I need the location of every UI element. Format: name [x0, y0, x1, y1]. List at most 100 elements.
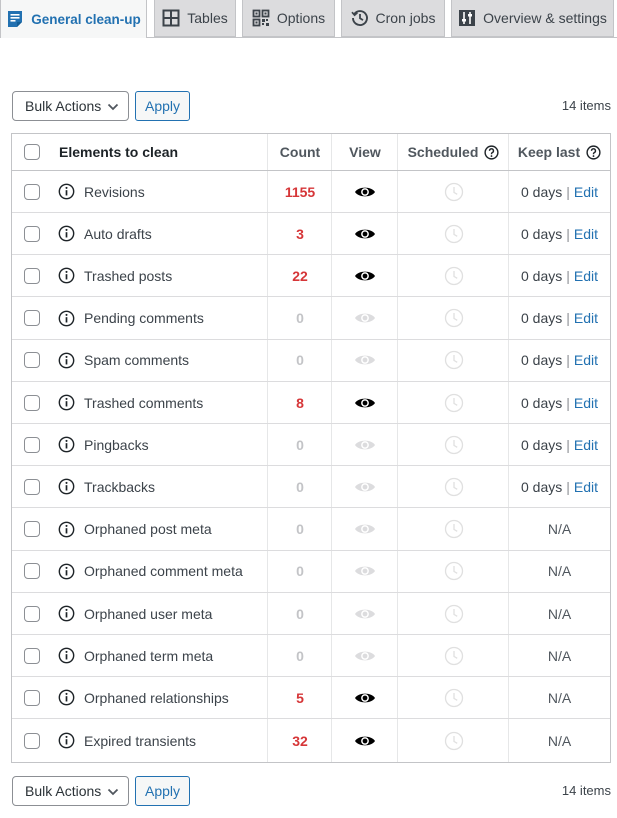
- info-icon[interactable]: [58, 689, 75, 706]
- eye-icon[interactable]: [354, 185, 376, 199]
- element-name: Trashed posts: [84, 267, 173, 284]
- edit-link[interactable]: Edit: [574, 395, 598, 411]
- view-cell: [332, 593, 398, 634]
- clock-icon: [444, 435, 464, 455]
- apply-button[interactable]: Apply: [135, 91, 190, 121]
- apply-button[interactable]: Apply: [135, 776, 190, 806]
- keep-last-cell: 0 days | Edit: [509, 466, 610, 507]
- eye-icon[interactable]: [354, 734, 376, 748]
- scheduled-cell: [398, 466, 509, 507]
- scheduled-cell: [398, 424, 509, 465]
- eye-icon[interactable]: [354, 691, 376, 705]
- element-name: Auto drafts: [84, 225, 152, 242]
- table-row: Orphaned user meta 0 N/A: [12, 593, 610, 635]
- info-icon[interactable]: [58, 605, 75, 622]
- element-cell: Orphaned relationships: [58, 677, 268, 718]
- element-cell: Orphaned user meta: [58, 593, 268, 634]
- row-checkbox[interactable]: [24, 352, 40, 369]
- table-row: Pending comments 0 0 days | Edit: [12, 298, 610, 340]
- qr-options-icon: [252, 9, 270, 27]
- element-name: Orphaned comment meta: [84, 563, 243, 580]
- element-cell: Trashed comments: [58, 382, 268, 423]
- tab-cron-jobs[interactable]: Cron jobs: [341, 0, 445, 37]
- cleanup-table: Elements to clean Count View Scheduled K…: [11, 133, 611, 763]
- scheduled-cell: [398, 171, 509, 212]
- info-icon[interactable]: [58, 225, 75, 242]
- row-checkbox[interactable]: [24, 478, 40, 495]
- row-checkbox[interactable]: [24, 436, 40, 453]
- info-icon[interactable]: [58, 394, 75, 411]
- info-icon[interactable]: [58, 352, 75, 369]
- tab-label: General clean-up: [31, 11, 141, 27]
- clock-icon: [444, 308, 464, 328]
- row-checkbox[interactable]: [24, 183, 40, 200]
- edit-link[interactable]: Edit: [574, 437, 598, 453]
- row-checkbox[interactable]: [24, 310, 40, 327]
- tab-options[interactable]: Options: [242, 0, 335, 37]
- eye-icon[interactable]: [354, 269, 376, 283]
- info-icon[interactable]: [58, 647, 75, 664]
- edit-link[interactable]: Edit: [574, 184, 598, 200]
- element-cell: Spam comments: [58, 340, 268, 381]
- table-header: Elements to clean Count View Scheduled K…: [12, 134, 610, 171]
- keep-last-cell: N/A: [509, 551, 610, 592]
- clock-icon: [444, 731, 464, 751]
- tab-bar: General clean-up Tables Options Cron job…: [0, 0, 617, 38]
- keep-last-cell: N/A: [509, 635, 610, 676]
- keep-last-cell: 0 days | Edit: [509, 255, 610, 296]
- eye-icon[interactable]: [354, 227, 376, 241]
- info-icon[interactable]: [58, 563, 75, 580]
- row-checkbox-cell: [24, 213, 44, 254]
- row-checkbox-cell: [24, 382, 44, 423]
- settings-sliders-icon: [458, 9, 476, 27]
- element-cell: Orphaned post meta: [58, 509, 268, 550]
- table-row: Trashed comments 8 0 days | Edit: [12, 382, 610, 424]
- clock-icon: [444, 688, 464, 708]
- count-value: 0: [296, 352, 304, 369]
- info-icon[interactable]: [58, 436, 75, 453]
- row-checkbox[interactable]: [24, 689, 40, 706]
- row-checkbox[interactable]: [24, 605, 40, 622]
- bulk-actions-select[interactable]: Bulk Actions: [12, 776, 129, 806]
- header-keep-last: Keep last: [509, 134, 610, 170]
- row-checkbox[interactable]: [24, 732, 40, 749]
- edit-link[interactable]: Edit: [574, 226, 598, 242]
- eye-icon[interactable]: [354, 396, 376, 410]
- select-all-checkbox[interactable]: [24, 144, 40, 160]
- info-icon[interactable]: [58, 267, 75, 284]
- row-checkbox[interactable]: [24, 225, 40, 242]
- header-count[interactable]: Count: [268, 134, 332, 170]
- clock-icon: [444, 477, 464, 497]
- row-checkbox[interactable]: [24, 394, 40, 411]
- keep-last-value: 0 days: [520, 436, 563, 453]
- edit-link[interactable]: Edit: [574, 310, 598, 326]
- element-name: Trashed comments: [84, 394, 204, 411]
- bulk-actions-select[interactable]: Bulk Actions: [12, 91, 129, 121]
- help-icon[interactable]: [586, 144, 601, 160]
- view-cell: [332, 677, 398, 718]
- edit-link[interactable]: Edit: [574, 268, 598, 284]
- tab-general-clean-up[interactable]: General clean-up: [0, 0, 147, 38]
- clock-icon: [444, 393, 464, 413]
- tab-tables[interactable]: Tables: [154, 0, 236, 37]
- info-icon[interactable]: [58, 310, 75, 327]
- scheduled-cell: [398, 593, 509, 634]
- info-icon[interactable]: [58, 183, 75, 200]
- row-checkbox[interactable]: [24, 267, 40, 284]
- tab-overview-settings[interactable]: Overview & settings: [451, 0, 614, 37]
- table-row: Pingbacks 0 0 days | Edit: [12, 424, 610, 467]
- edit-link[interactable]: Edit: [574, 479, 598, 495]
- row-checkbox[interactable]: [24, 521, 40, 538]
- edit-link[interactable]: Edit: [574, 352, 598, 368]
- keep-last-cell: 0 days | Edit: [509, 171, 610, 212]
- row-checkbox[interactable]: [24, 647, 40, 664]
- view-cell: [332, 509, 398, 550]
- info-icon[interactable]: [58, 478, 75, 495]
- help-icon[interactable]: [484, 144, 499, 160]
- info-icon[interactable]: [58, 521, 75, 538]
- info-icon[interactable]: [58, 732, 75, 749]
- tab-label: Options: [276, 10, 326, 26]
- row-checkbox[interactable]: [24, 563, 40, 580]
- element-cell: Auto drafts: [58, 213, 268, 254]
- eye-icon: [354, 353, 376, 367]
